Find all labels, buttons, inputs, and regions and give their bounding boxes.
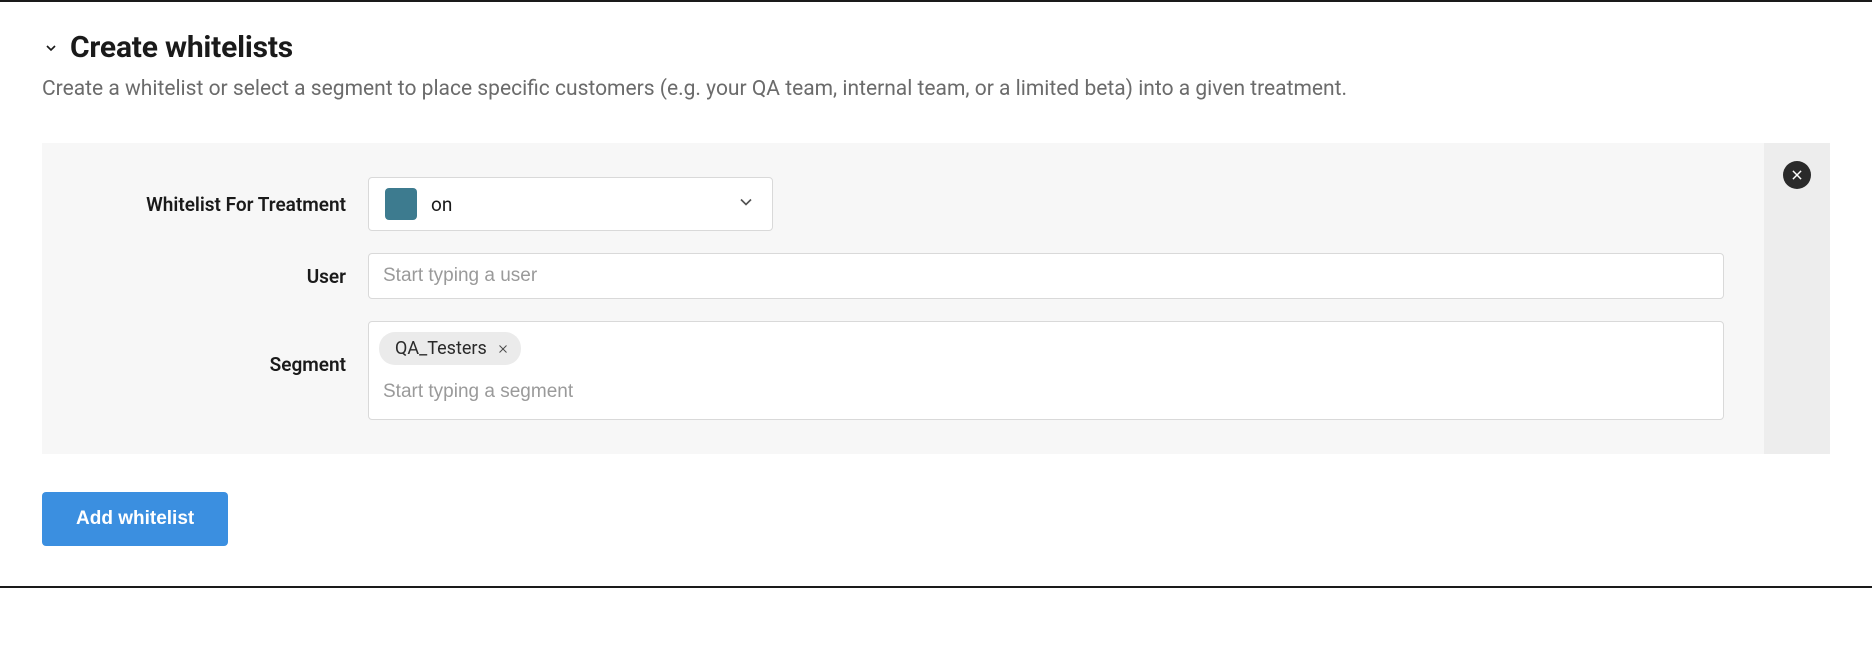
user-control <box>368 253 1724 299</box>
chevron-down-icon[interactable] <box>42 39 60 57</box>
user-row: User <box>110 253 1724 299</box>
segment-tag-label: QA_Testers <box>395 338 487 359</box>
treatment-value: on <box>431 193 736 216</box>
segment-control: QA_Testers <box>368 321 1724 420</box>
close-button[interactable] <box>1783 161 1811 189</box>
segment-tagbox[interactable]: QA_Testers <box>368 321 1724 420</box>
close-column <box>1764 143 1830 454</box>
treatment-label: Whitelist For Treatment <box>110 193 368 216</box>
whitelist-panel: Whitelist For Treatment on User <box>42 143 1830 454</box>
treatment-control: on <box>368 177 1724 231</box>
add-whitelist-button[interactable]: Add whitelist <box>42 492 228 546</box>
close-icon <box>1790 168 1804 182</box>
segment-tag: QA_Testers <box>379 332 521 365</box>
segment-label: Segment <box>110 321 368 376</box>
panel-body: Whitelist For Treatment on User <box>42 143 1764 454</box>
chevron-down-icon <box>736 192 756 216</box>
user-input[interactable] <box>368 253 1724 299</box>
page-subtitle: Create a whitelist or select a segment t… <box>42 77 1830 101</box>
treatment-select[interactable]: on <box>368 177 773 231</box>
treatment-row: Whitelist For Treatment on <box>110 177 1724 231</box>
segment-row: Segment QA_Testers <box>110 321 1724 420</box>
section-header: Create whitelists <box>42 30 1830 65</box>
treatment-swatch <box>385 188 417 220</box>
tag-remove-button[interactable] <box>497 343 509 355</box>
page-container: Create whitelists Create a whitelist or … <box>0 0 1872 588</box>
segment-input[interactable] <box>379 371 1713 415</box>
user-label: User <box>110 265 368 288</box>
page-title: Create whitelists <box>70 30 293 65</box>
